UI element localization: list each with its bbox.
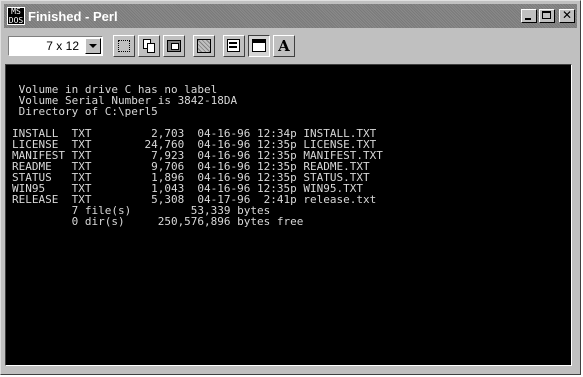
msdos-icon-text-bottom: DOS [8, 16, 24, 25]
close-icon: ✕ [561, 8, 573, 22]
edit-tool-group [113, 35, 185, 57]
properties-button[interactable] [223, 35, 245, 57]
full-screen-icon [197, 39, 211, 53]
paste-button[interactable] [163, 35, 185, 57]
view-tool-group [193, 35, 215, 57]
copy-button[interactable] [138, 35, 160, 57]
minimize-icon [525, 18, 531, 20]
title-bar[interactable]: MS DOS Finished - Perl ✕ [4, 4, 577, 28]
minimize-button[interactable] [521, 9, 537, 23]
font-size-value: 7 x 12 [46, 39, 79, 53]
font-size-dropdown[interactable]: 7 x 12 [8, 36, 103, 56]
mark-button[interactable] [113, 35, 135, 57]
console-text: Volume in drive C has no label Volume Se… [6, 65, 571, 227]
maximize-button[interactable] [539, 9, 555, 23]
dropdown-arrow-button[interactable] [85, 38, 101, 54]
window-controls: ✕ [521, 8, 575, 23]
msdos-icon[interactable]: MS DOS [7, 7, 25, 25]
console-line: 0 dir(s) 250,576,896 bytes free [12, 215, 304, 228]
font-icon: A [278, 37, 290, 55]
msdos-icon-text-top: MS [11, 7, 21, 16]
chevron-down-icon [89, 44, 97, 48]
settings-tool-group: A [223, 35, 295, 57]
background-button[interactable] [248, 35, 270, 57]
console-output-area[interactable]: Volume in drive C has no label Volume Se… [5, 64, 572, 366]
full-screen-button[interactable] [193, 35, 215, 57]
mark-icon [118, 40, 130, 52]
console-line: Directory of C:\perl5 [12, 105, 158, 118]
maximize-icon [542, 11, 551, 19]
toolbar: 7 x 12 A [4, 31, 577, 61]
close-button[interactable]: ✕ [559, 8, 575, 23]
font-button[interactable]: A [273, 35, 295, 57]
window-title: Finished - Perl [28, 8, 118, 24]
console-window: MS DOS Finished - Perl ✕ 7 x 12 A Volume… [0, 0, 581, 375]
